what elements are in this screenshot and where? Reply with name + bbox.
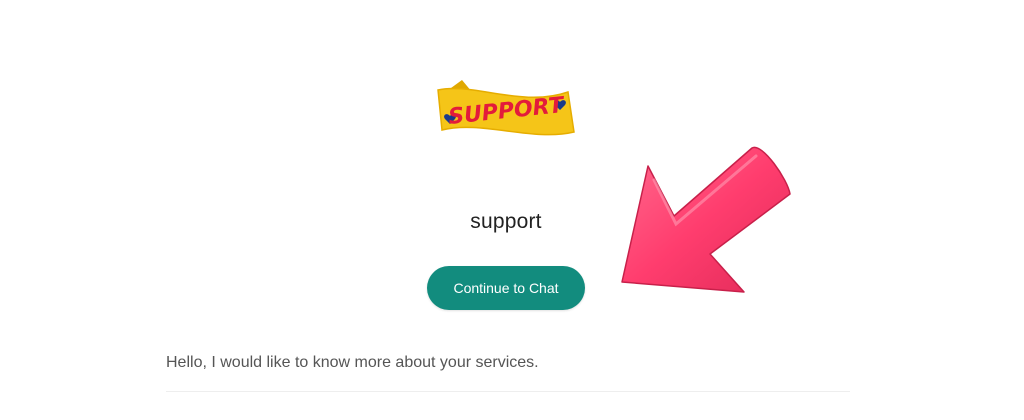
continue-to-chat-button[interactable]: Continue to Chat xyxy=(427,266,585,310)
support-logo: SUPPORT xyxy=(432,72,580,144)
pointer-arrow-icon xyxy=(612,140,802,306)
prefilled-message: Hello, I would like to know more about y… xyxy=(166,354,539,371)
chat-landing-page: SUPPORT support Continue to Chat Hello, … xyxy=(0,0,1024,420)
support-ribbon-icon: SUPPORT xyxy=(437,80,575,136)
profile-name: support xyxy=(470,210,542,233)
divider xyxy=(166,391,850,392)
